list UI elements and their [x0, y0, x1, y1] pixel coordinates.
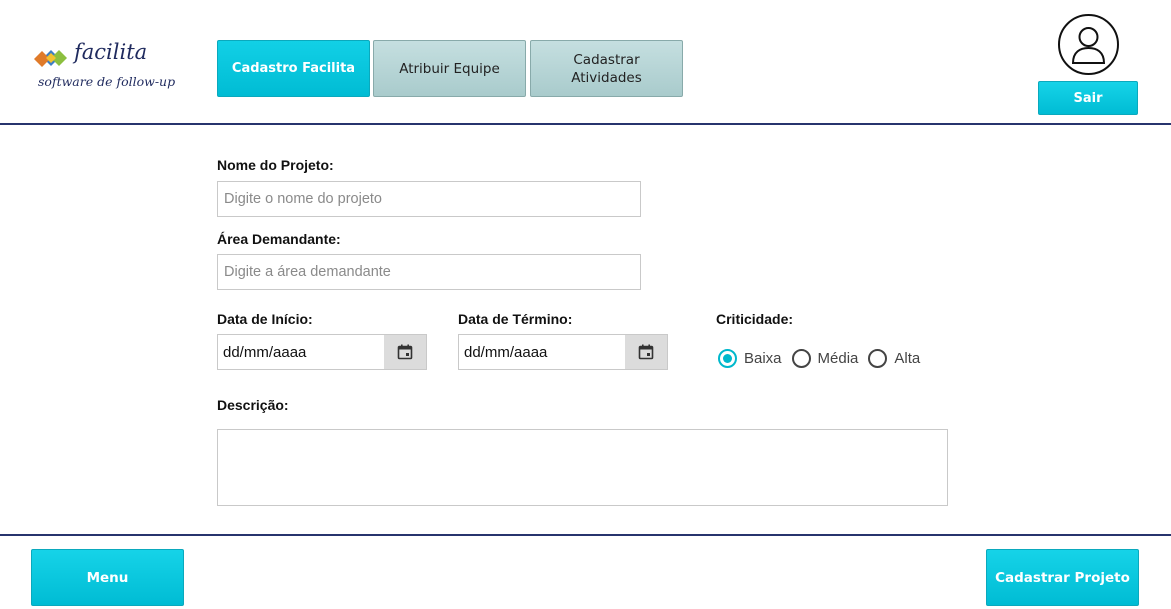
calendar-icon [638, 344, 654, 360]
tab-label-line2: Atividades [571, 69, 642, 86]
tab-cadastrar-atividades[interactable]: Cadastrar Atividades [530, 40, 683, 97]
end-date-input[interactable]: dd/mm/aaaa [458, 334, 668, 370]
tab-label: Atribuir Equipe [399, 60, 500, 77]
logo-tagline: software de follow-up [38, 74, 176, 89]
start-date-picker-button[interactable] [384, 335, 426, 369]
header-divider [0, 123, 1171, 125]
submit-button-label: Cadastrar Projeto [995, 569, 1130, 586]
user-avatar[interactable] [1058, 14, 1119, 75]
criticality-label: Criticidade: [716, 311, 794, 327]
logout-label: Sair [1073, 90, 1103, 106]
logo-diamonds-icon [34, 50, 67, 67]
user-icon [1071, 27, 1106, 64]
radio-circle[interactable] [718, 348, 737, 368]
logout-button[interactable]: Sair [1038, 81, 1138, 115]
radio-label: Baixa [744, 349, 782, 367]
calendar-icon [397, 344, 413, 360]
radio-media[interactable]: Média [791, 348, 859, 368]
radio-label: Média [817, 349, 859, 367]
end-date-picker-button[interactable] [625, 335, 667, 369]
tab-label-line1: Cadastrar [573, 51, 640, 68]
area-input[interactable] [217, 254, 641, 290]
project-name-input[interactable] [217, 181, 641, 217]
end-date-value: dd/mm/aaaa [464, 343, 548, 361]
start-date-value: dd/mm/aaaa [223, 343, 307, 361]
radio-circle[interactable] [791, 348, 811, 368]
radio-baixa[interactable]: Baixa [718, 348, 782, 368]
tab-atribuir-equipe[interactable]: Atribuir Equipe [373, 40, 526, 97]
description-label: Descrição: [217, 397, 289, 413]
footer-divider [0, 534, 1171, 536]
start-date-label: Data de Início: [217, 311, 313, 327]
radio-circle[interactable] [868, 348, 888, 368]
area-label: Área Demandante: [217, 231, 341, 247]
description-textarea[interactable] [217, 429, 948, 506]
submit-project-button[interactable]: Cadastrar Projeto [986, 549, 1139, 606]
radio-alta[interactable]: Alta [868, 348, 921, 368]
project-name-label: Nome do Projeto: [217, 157, 334, 173]
criticality-radio-group: Baixa Média Alta [718, 347, 930, 369]
logo-name: facilita [74, 40, 148, 64]
menu-button-label: Menu [86, 569, 129, 586]
menu-button[interactable]: Menu [31, 549, 184, 606]
end-date-label: Data de Término: [458, 311, 573, 327]
tab-label: Cadastro Facilita [231, 61, 356, 76]
radio-label: Alta [894, 349, 921, 367]
start-date-input[interactable]: dd/mm/aaaa [217, 334, 427, 370]
app-logo: facilita software de follow-up [34, 40, 184, 100]
tab-cadastro-facilita[interactable]: Cadastro Facilita [217, 40, 370, 97]
